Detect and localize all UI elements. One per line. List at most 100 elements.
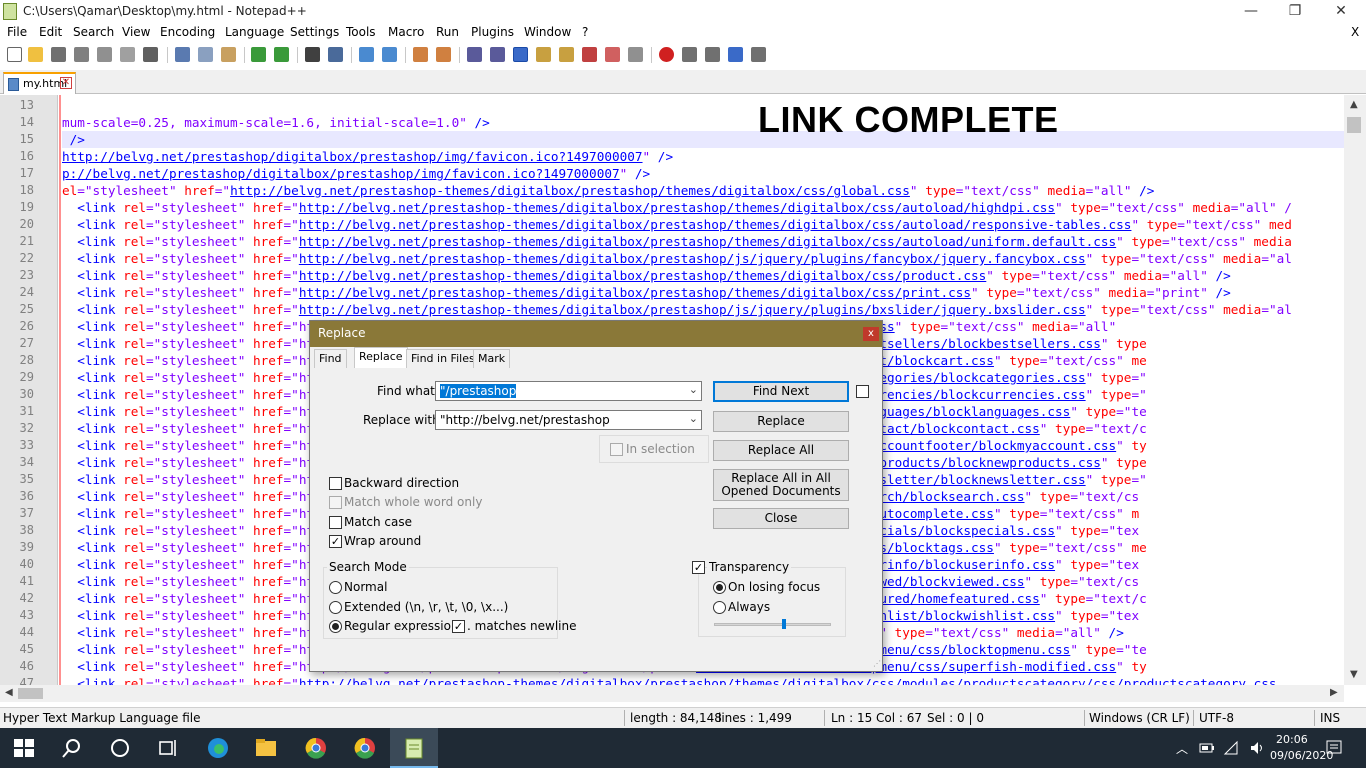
code-line[interactable]: />	[62, 131, 1344, 148]
file-explorer-icon[interactable]	[254, 736, 278, 760]
code-line[interactable]: <link rel="stylesheet" href="http://belv…	[62, 250, 1292, 267]
scroll-left-icon[interactable]: ◀	[5, 687, 13, 698]
resize-grip-icon[interactable]: ⋰	[873, 659, 881, 668]
replace-icon[interactable]	[328, 47, 343, 62]
find-next-button[interactable]: Find Next	[713, 381, 849, 402]
dialog-title-bar[interactable]: Replace x	[310, 321, 882, 347]
code-token[interactable]: http://belvg.net/prestashop-themes/digit…	[299, 200, 1055, 215]
replace-button[interactable]: Replace	[713, 411, 849, 432]
code-token[interactable]: http://belvg.net/prestashop-themes/digit…	[299, 251, 1086, 266]
tab-find-in-files[interactable]: Find in Files	[406, 349, 480, 368]
code-line[interactable]: <link rel="stylesheet" href="http://belv…	[62, 199, 1292, 216]
status-encoding[interactable]: UTF-8	[1199, 711, 1234, 725]
folder-icon[interactable]	[605, 47, 620, 62]
battery-icon[interactable]	[1199, 741, 1215, 755]
volume-icon[interactable]	[1249, 740, 1265, 756]
new-file-icon[interactable]	[7, 47, 22, 62]
task-view-icon[interactable]	[156, 736, 180, 760]
notepadpp-taskbar-button[interactable]	[390, 728, 438, 768]
paste-icon[interactable]	[221, 47, 236, 62]
menu-language[interactable]: Language	[225, 25, 284, 39]
clock-date[interactable]: 09/06/2020	[1270, 749, 1333, 762]
transparency-checkbox[interactable]: ✓	[692, 561, 705, 574]
print-icon[interactable]	[143, 47, 158, 62]
replace-all-opened-documents-button[interactable]: Replace All in All Opened Documents	[713, 469, 849, 501]
horizontal-scrollbar[interactable]: ◀ ▶	[0, 685, 1344, 702]
chrome-icon[interactable]	[304, 736, 328, 760]
menu-plugins[interactable]: Plugins	[471, 25, 514, 39]
indent-guide-icon[interactable]	[513, 47, 528, 62]
code-token[interactable]: http://belvg.net/prestashop-themes/digit…	[230, 183, 910, 198]
tab-my-html[interactable]: my.html ✕	[3, 72, 76, 94]
word-wrap-icon[interactable]	[467, 47, 482, 62]
vertical-scroll-thumb[interactable]	[1347, 117, 1361, 133]
matches-newline-checkbox[interactable]: ✓	[452, 620, 465, 633]
normal-radio[interactable]	[329, 581, 342, 594]
code-line[interactable]: mum-scale=0.25, maximum-scale=1.6, initi…	[62, 114, 490, 131]
network-icon[interactable]	[1223, 740, 1239, 756]
zoom-out-icon[interactable]	[382, 47, 397, 62]
transparency-slider-track[interactable]	[714, 619, 831, 629]
code-token[interactable]: http://belvg.net/prestashop-themes/digit…	[299, 234, 1116, 249]
menu-tools[interactable]: Tools	[346, 25, 376, 39]
code-line[interactable]: http://belvg.net/prestashop/digitalbox/p…	[62, 148, 673, 165]
doc-map-icon[interactable]	[536, 47, 551, 62]
menu-settings[interactable]: Settings	[290, 25, 339, 39]
tab-close-icon[interactable]: ✕	[60, 77, 72, 89]
menu-search[interactable]: Search	[73, 25, 114, 39]
action-center-icon[interactable]	[1325, 739, 1343, 757]
find-next-option-checkbox[interactable]	[856, 385, 869, 398]
menu-help[interactable]: ?	[582, 25, 588, 39]
find-icon[interactable]	[305, 47, 320, 62]
clock-time[interactable]: 20:06	[1276, 733, 1308, 746]
edge-browser-icon[interactable]	[206, 736, 230, 760]
chevron-down-icon[interactable]: ⌄	[689, 412, 698, 425]
undo-icon[interactable]	[251, 47, 266, 62]
tray-chevron-up-icon[interactable]: ︿	[1176, 740, 1188, 757]
play-macro-icon[interactable]	[705, 47, 720, 62]
code-line[interactable]: <link rel="stylesheet" href="http://belv…	[62, 267, 1231, 284]
function-list-icon[interactable]	[559, 47, 574, 62]
scroll-up-icon[interactable]: ▲	[1350, 99, 1358, 110]
tab-replace[interactable]: Replace	[354, 347, 408, 368]
code-line[interactable]: <link rel="stylesheet" href="http://belv…	[62, 301, 1292, 318]
code-line[interactable]: p://belvg.net/prestashop/digitalbox/pres…	[62, 165, 650, 182]
save-all-icon[interactable]	[74, 47, 89, 62]
in-selection-checkbox[interactable]	[610, 443, 623, 456]
maximize-button[interactable]: ❐	[1272, 0, 1318, 24]
transparency-slider-thumb[interactable]	[782, 619, 786, 629]
sync-horizontal-icon[interactable]	[436, 47, 451, 62]
menu-run[interactable]: Run	[436, 25, 459, 39]
record-macro-icon[interactable]	[659, 47, 674, 62]
redo-icon[interactable]	[274, 47, 289, 62]
sync-vertical-icon[interactable]	[413, 47, 428, 62]
code-token[interactable]: http://belvg.net/prestashop/digitalbox/p…	[62, 149, 643, 164]
replace-all-button[interactable]: Replace All	[713, 440, 849, 461]
status-insert-mode[interactable]: INS	[1320, 711, 1340, 725]
tab-find[interactable]: Find	[314, 349, 347, 368]
code-token[interactable]: http://belvg.net/prestashop-themes/digit…	[299, 285, 971, 300]
chevron-down-icon[interactable]: ⌄	[689, 383, 698, 396]
cortana-icon[interactable]	[108, 736, 132, 760]
find-what-input[interactable]: "/prestashop ⌄	[435, 381, 702, 401]
cut-icon[interactable]	[175, 47, 190, 62]
code-token[interactable]: http://belvg.net/prestashop-themes/digit…	[299, 268, 986, 283]
menu-macro[interactable]: Macro	[388, 25, 424, 39]
tab-mark[interactable]: Mark	[473, 349, 511, 368]
match-whole-word-checkbox[interactable]	[329, 496, 342, 509]
minimize-button[interactable]: —	[1228, 0, 1274, 24]
monitoring-icon[interactable]	[628, 47, 643, 62]
code-line[interactable]: <link rel="stylesheet" href="http://belv…	[62, 284, 1231, 301]
code-token[interactable]: http://belvg.net/prestashop-themes/digit…	[299, 217, 1132, 232]
replace-with-input[interactable]: "http://belvg.net/prestashop ⌄	[435, 410, 702, 430]
stop-macro-icon[interactable]	[682, 47, 697, 62]
always-radio[interactable]	[713, 601, 726, 614]
menu-view[interactable]: View	[122, 25, 150, 39]
close-button[interactable]: Close	[713, 508, 849, 529]
play-macro-multiple-icon[interactable]	[728, 47, 743, 62]
dialog-close-icon[interactable]: x	[863, 327, 879, 341]
show-all-chars-icon[interactable]	[490, 47, 505, 62]
wrap-around-checkbox[interactable]: ✓	[329, 535, 342, 548]
backward-direction-checkbox[interactable]	[329, 477, 342, 490]
menu-edit[interactable]: Edit	[39, 25, 62, 39]
